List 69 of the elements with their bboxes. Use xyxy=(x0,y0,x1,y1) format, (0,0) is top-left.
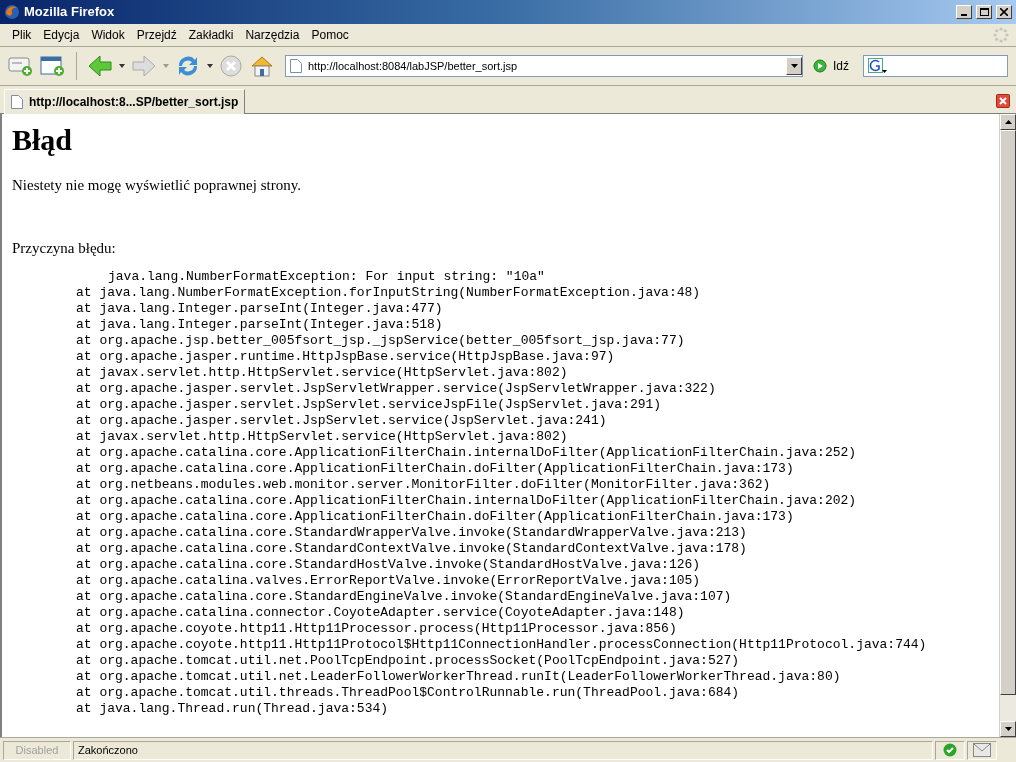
menu-item[interactable]: Widok xyxy=(85,26,131,44)
stack-trace-line: at org.apache.catalina.core.StandardContextValve.invoke(StandardContextValve.java:178) xyxy=(75,541,747,557)
menu-item[interactable]: Plik xyxy=(6,26,38,44)
dropdown-caret-icon[interactable] xyxy=(119,64,125,68)
status-panel: Disabled xyxy=(3,740,71,760)
stack-trace-line: at org.apache.catalina.core.ApplicationFilterChain.internalDoFilter(ApplicationFilterChain.java:252) xyxy=(75,445,857,461)
stack-trace-line: at javax.servlet.http.HttpServlet.service(HttpServlet.java:802) xyxy=(75,429,568,445)
new-tab-icon[interactable] xyxy=(40,54,66,78)
caret-icon xyxy=(790,64,798,68)
stack-trace-line: at org.apache.catalina.core.StandardWrapperValve.invoke(StandardWrapperValve.java:213) xyxy=(75,525,747,541)
stack-trace-line: at org.apache.jasper.runtime.HttpJspBase.service(HttpJspBase.java:97) xyxy=(75,349,615,365)
error-message: Niestety nie mogę wyświetlić poprawnej strony. xyxy=(12,176,301,195)
scroll-down-icon[interactable] xyxy=(1004,727,1012,731)
mail-icon[interactable] xyxy=(973,743,991,757)
browser-logo-icon xyxy=(4,4,20,20)
page-icon xyxy=(290,59,302,73)
menu-item[interactable]: Narzędzia xyxy=(239,26,306,44)
vertical-scrollbar[interactable] xyxy=(999,114,1016,737)
menu-item[interactable]: Pomoc xyxy=(305,26,355,44)
close-tab-icon[interactable] xyxy=(996,94,1010,108)
close-button[interactable] xyxy=(996,5,1012,19)
menu-item[interactable]: Zakładki xyxy=(182,26,240,44)
error-heading: Błąd xyxy=(12,122,73,158)
stack-trace-line: at java.lang.Integer.parseInt(Integer.java:477) xyxy=(75,301,443,317)
stack-trace-line: at org.apache.catalina.core.ApplicationFilterChain.internalDoFilter(ApplicationFilterChain.java:202) xyxy=(75,493,857,509)
stack-trace-line: at java.lang.Thread.run(Thread.java:534) xyxy=(75,701,389,717)
home-icon[interactable] xyxy=(249,54,275,78)
minimize-button[interactable] xyxy=(956,5,972,19)
address-field[interactable]: http://localhost:8084/labJSP/better_sort.jsp xyxy=(285,55,803,77)
dropdown-caret-icon[interactable] xyxy=(207,64,213,68)
stack-trace-line: at org.apache.catalina.valves.ErrorReportValve.invoke(ErrorReportValve.java:105) xyxy=(75,573,701,589)
dropdown-button[interactable] xyxy=(786,57,802,75)
cause-label: Przyczyna błędu: xyxy=(12,238,116,258)
check-icon xyxy=(943,743,957,757)
status-panel: Zakończono xyxy=(73,740,933,760)
stack-trace-line: at org.apache.jasper.servlet.JspServlet.service(JspServlet.java:241) xyxy=(75,413,607,429)
stack-trace-line: at org.apache.catalina.connector.CoyoteAdapter.service(CoyoteAdapter.java:148) xyxy=(75,605,685,621)
close-icon xyxy=(1000,8,1008,16)
go-button[interactable]: Idź xyxy=(813,57,849,75)
stack-trace-line: at org.apache.jsp.better_005fsort_jsp._jspService(better_005fsort_jsp.java:77) xyxy=(75,333,685,349)
stack-trace-line: at org.apache.coyote.http11.Http11Processor.process(Http11Processor.java:856) xyxy=(75,621,677,637)
scroll-up-icon[interactable] xyxy=(1004,120,1012,124)
search-engine-icon[interactable] xyxy=(868,58,888,74)
url-text: http://localhost:8084/labJSP/better_sort.jsp xyxy=(308,58,519,74)
stack-trace-line: at org.apache.catalina.core.ApplicationFilterChain.doFilter(ApplicationFilterChain.java:173) xyxy=(75,461,794,477)
stack-trace-line: at org.apache.tomcat.util.net.PoolTcpEndpoint.processSocket(PoolTcpEndpoint.java:527) xyxy=(75,653,740,669)
stack-trace-line: at org.netbeans.modules.web.monitor.server.MonitorFilter.doFilter(MonitorFilter.java:362) xyxy=(75,477,771,493)
throbber-icon xyxy=(992,26,1010,44)
maximize-button[interactable] xyxy=(976,5,992,19)
new-window-icon[interactable] xyxy=(8,54,34,78)
stack-trace-line: at java.lang.Integer.parseInt(Integer.java:518) xyxy=(75,317,443,333)
stack-trace-line: at org.apache.coyote.http11.Http11Protocol$Http11ConnectionHandler.processConnection(Http11Protocol.java:744) xyxy=(75,637,927,653)
stack-trace-line: at org.apache.catalina.core.StandardHostValve.invoke(StandardHostValve.java:126) xyxy=(75,557,701,573)
stack-trace-line: at org.apache.tomcat.util.threads.ThreadPool$ControlRunnable.run(ThreadPool.java:684) xyxy=(75,685,740,701)
stack-trace-line: at org.apache.tomcat.util.net.LeaderFollowerWorkerThread.runIt(LeaderFollowerWorkerThread.java:80) xyxy=(75,669,841,685)
browser-tab[interactable]: http://localhost:8...SP/better_sort.jsp xyxy=(4,89,246,114)
page-icon xyxy=(11,95,23,109)
stack-trace-line: at javax.servlet.http.HttpServlet.service(HttpServlet.java:802) xyxy=(75,365,568,381)
stack-trace-line: at org.apache.catalina.core.StandardEngineValve.invoke(StandardEngineValve.java:107) xyxy=(75,589,732,605)
menu-item[interactable]: Przejdź xyxy=(130,26,183,44)
back-arrow-icon[interactable] xyxy=(87,54,113,78)
window-title: Mozilla Firefox xyxy=(24,3,116,22)
stack-trace-line: at java.lang.NumberFormatException.forInputString(NumberFormatException.java:48) xyxy=(75,285,701,301)
stack-trace-line: at org.apache.catalina.core.ApplicationFilterChain.doFilter(ApplicationFilterChain.java:173) xyxy=(75,509,794,525)
menu-item[interactable]: Edycja xyxy=(37,26,86,44)
stack-trace-line: at org.apache.jasper.servlet.JspServlet.serviceJspFile(JspServlet.java:291) xyxy=(75,397,662,413)
exception-line: java.lang.NumberFormatException: For input string: "10a" xyxy=(107,269,545,285)
stack-trace-line: at org.apache.jasper.servlet.JspServletWrapper.service(JspServletWrapper.java:322) xyxy=(75,381,716,397)
search-field[interactable] xyxy=(863,55,1008,77)
